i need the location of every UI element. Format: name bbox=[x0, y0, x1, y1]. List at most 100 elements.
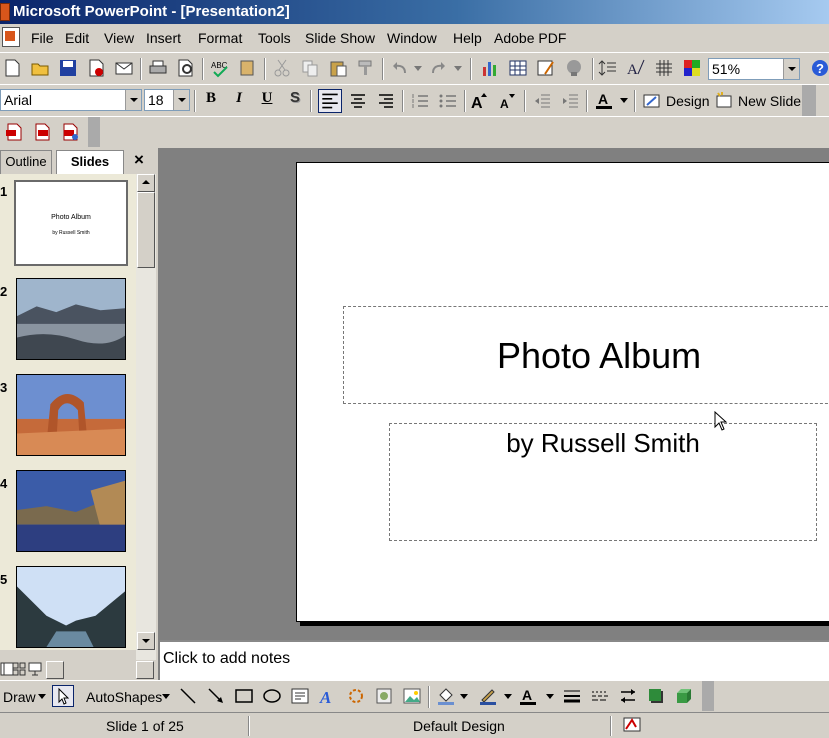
format-painter-icon[interactable] bbox=[356, 58, 376, 78]
help-icon[interactable]: ? bbox=[810, 58, 829, 78]
insert-table-icon[interactable] bbox=[508, 58, 528, 78]
new-slide-icon[interactable] bbox=[714, 91, 734, 111]
color-grayscale-icon[interactable] bbox=[682, 58, 702, 78]
new-slide-button[interactable]: New Slide bbox=[738, 93, 801, 109]
decrease-indent-icon[interactable] bbox=[532, 91, 552, 111]
print-preview-icon[interactable] bbox=[176, 58, 196, 78]
font-dropdown-icon[interactable] bbox=[125, 90, 141, 110]
toolbar-options-icon[interactable] bbox=[802, 85, 816, 117]
bullets-icon[interactable] bbox=[438, 91, 458, 111]
expand-all-icon[interactable] bbox=[598, 58, 618, 78]
tables-borders-icon[interactable] bbox=[536, 58, 556, 78]
show-formatting-icon[interactable]: A bbox=[626, 58, 646, 78]
notes-placeholder[interactable]: Click to add notes bbox=[163, 650, 290, 668]
autoshapes-dropdown-icon[interactable] bbox=[162, 694, 170, 700]
scroll-down-icon[interactable] bbox=[137, 632, 155, 650]
numbering-icon[interactable] bbox=[410, 91, 430, 111]
increase-font-size-icon[interactable]: A bbox=[470, 91, 490, 111]
scroll-up-icon[interactable] bbox=[137, 174, 155, 192]
underline-button[interactable]: U bbox=[256, 87, 278, 109]
clip-art-icon[interactable] bbox=[374, 686, 394, 706]
close-pane-icon[interactable]: × bbox=[134, 150, 144, 170]
shadow-button[interactable]: S bbox=[284, 87, 306, 109]
dash-style-icon[interactable] bbox=[590, 686, 610, 706]
wordart-icon[interactable]: A bbox=[318, 686, 338, 706]
thumbnail-scrollbar[interactable] bbox=[136, 174, 156, 660]
fill-color-dropdown-icon[interactable] bbox=[460, 694, 468, 700]
convert-email-pdf-icon[interactable] bbox=[32, 122, 52, 142]
slide-show-view-icon[interactable] bbox=[28, 662, 42, 676]
line-style-icon[interactable] bbox=[562, 686, 582, 706]
shadow-style-icon[interactable] bbox=[646, 686, 666, 706]
align-center-icon[interactable] bbox=[348, 91, 368, 111]
select-objects-icon[interactable] bbox=[52, 685, 74, 707]
draw-font-color-icon[interactable]: A bbox=[518, 686, 538, 706]
line-color-dropdown-icon[interactable] bbox=[504, 694, 512, 700]
spelling-icon[interactable]: ABC bbox=[210, 58, 230, 78]
research-icon[interactable] bbox=[238, 58, 258, 78]
redo-icon[interactable] bbox=[428, 58, 448, 78]
arrow-icon[interactable] bbox=[206, 686, 226, 706]
menu-format[interactable]: Format bbox=[198, 30, 242, 46]
menu-insert[interactable]: Insert bbox=[146, 30, 181, 46]
scroll-left-icon[interactable] bbox=[46, 661, 64, 679]
insert-clip-art-icon[interactable] bbox=[564, 58, 584, 78]
zoom-dropdown-icon[interactable] bbox=[783, 59, 799, 79]
draw-font-color-dropdown-icon[interactable] bbox=[546, 694, 554, 700]
tab-slides[interactable]: Slides bbox=[56, 150, 124, 174]
font-color-icon[interactable]: A bbox=[594, 90, 614, 110]
design-icon[interactable] bbox=[642, 91, 662, 111]
show-grid-icon[interactable] bbox=[654, 58, 674, 78]
increase-indent-icon[interactable] bbox=[560, 91, 580, 111]
slide-thumbnail-3[interactable] bbox=[16, 374, 126, 456]
menu-view[interactable]: View bbox=[104, 30, 134, 46]
email-icon[interactable] bbox=[114, 58, 134, 78]
undo-icon[interactable] bbox=[390, 58, 410, 78]
copy-icon[interactable] bbox=[300, 58, 320, 78]
slide-title[interactable]: Photo Album bbox=[341, 335, 829, 377]
save-icon[interactable] bbox=[58, 58, 78, 78]
spelling-status-icon[interactable] bbox=[622, 716, 644, 734]
line-icon[interactable] bbox=[178, 686, 198, 706]
scroll-thumb[interactable] bbox=[137, 192, 155, 268]
convert-to-pdf-icon[interactable] bbox=[4, 122, 24, 142]
autoshapes-menu-button[interactable]: AutoShapes bbox=[86, 689, 162, 705]
new-icon[interactable] bbox=[2, 58, 22, 78]
menu-tools[interactable]: Tools bbox=[258, 30, 291, 46]
print-icon[interactable] bbox=[148, 58, 168, 78]
design-button[interactable]: Design bbox=[666, 93, 710, 109]
notes-pane[interactable]: Click to add notes bbox=[160, 640, 829, 680]
cut-icon[interactable] bbox=[272, 58, 292, 78]
text-box-icon[interactable] bbox=[290, 686, 310, 706]
menu-file[interactable]: File bbox=[31, 30, 54, 46]
menu-window[interactable]: Window bbox=[387, 30, 437, 46]
draw-dropdown-icon[interactable] bbox=[38, 694, 46, 700]
oval-icon[interactable] bbox=[262, 686, 282, 706]
slide-thumbnail-2[interactable] bbox=[16, 278, 126, 360]
slide-thumbnail-4[interactable] bbox=[16, 470, 126, 552]
open-icon[interactable] bbox=[30, 58, 50, 78]
slide-subtitle[interactable]: by Russell Smith bbox=[389, 428, 817, 459]
align-left-icon[interactable] bbox=[318, 89, 342, 113]
font-size-combo[interactable]: 18 bbox=[144, 89, 190, 111]
3d-style-icon[interactable] bbox=[674, 686, 694, 706]
zoom-combo[interactable]: 51% bbox=[708, 58, 800, 80]
pdf-toolbar-options-icon[interactable] bbox=[88, 117, 100, 147]
insert-chart-icon[interactable] bbox=[480, 58, 500, 78]
menu-adobe-pdf[interactable]: Adobe PDF bbox=[494, 30, 566, 46]
bold-button[interactable]: B bbox=[200, 87, 222, 109]
fill-color-icon[interactable] bbox=[436, 686, 456, 706]
font-size-dropdown-icon[interactable] bbox=[173, 90, 189, 110]
undo-dropdown-icon[interactable] bbox=[412, 61, 424, 75]
menu-edit[interactable]: Edit bbox=[65, 30, 89, 46]
diagram-icon[interactable] bbox=[346, 686, 366, 706]
arrow-style-icon[interactable] bbox=[618, 686, 638, 706]
slide-thumbnail-5[interactable] bbox=[16, 566, 126, 648]
paste-icon[interactable] bbox=[328, 58, 348, 78]
permission-icon[interactable] bbox=[86, 58, 106, 78]
drawing-toolbar-options-icon[interactable] bbox=[702, 681, 714, 711]
slide-sorter-view-icon[interactable] bbox=[12, 662, 26, 676]
italic-button[interactable]: I bbox=[228, 87, 250, 109]
menu-help[interactable]: Help bbox=[453, 30, 482, 46]
document-icon[interactable] bbox=[2, 27, 20, 47]
